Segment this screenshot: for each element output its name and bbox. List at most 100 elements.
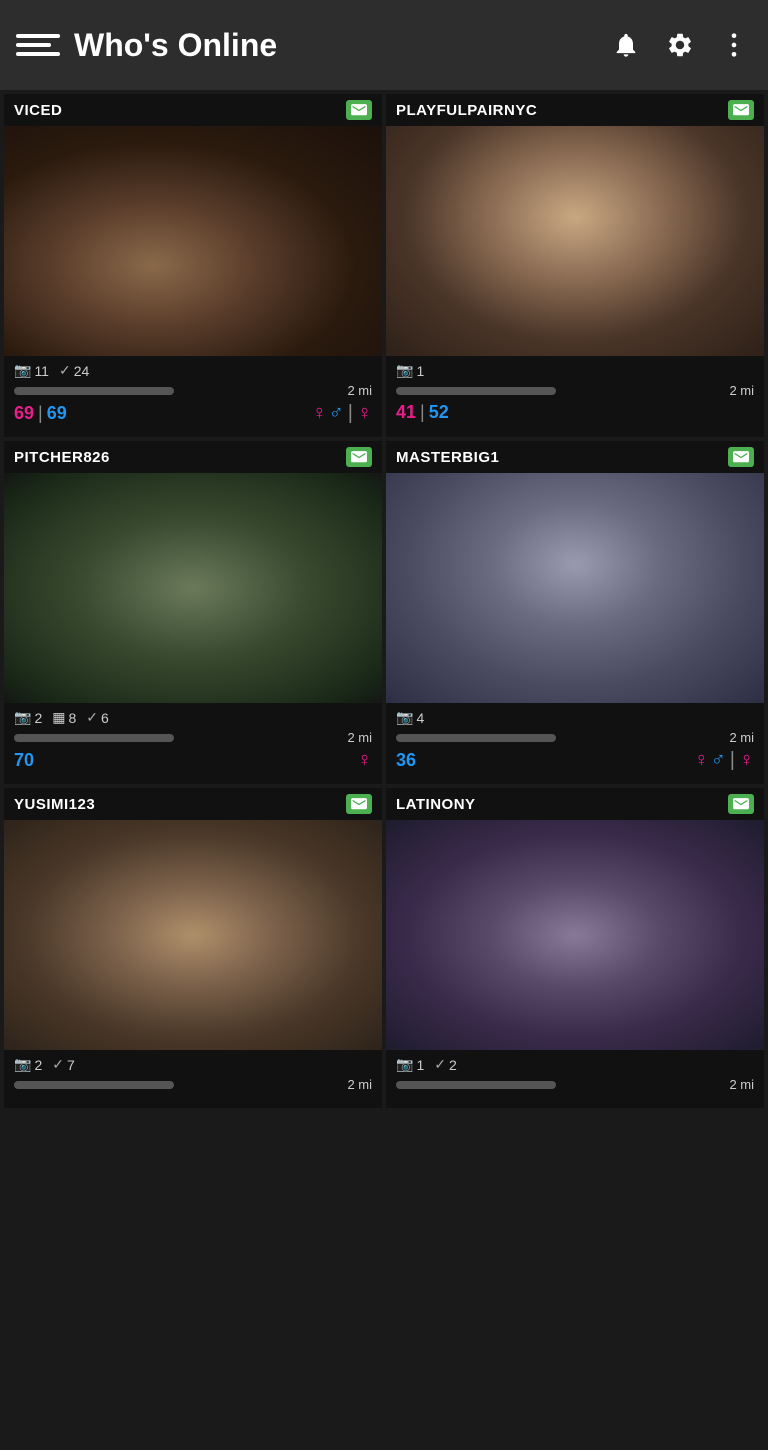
location-row: 2 mi xyxy=(14,1077,372,1092)
page-title: Who's Online xyxy=(74,27,608,64)
message-icon-yusimi123[interactable] xyxy=(346,794,372,814)
profile-photo-masterbig1 xyxy=(386,473,764,703)
photo-placeholder xyxy=(4,473,382,703)
check-count: ✓ 24 xyxy=(59,362,89,379)
genders-pitcher826: ♀ xyxy=(357,749,372,772)
photo-placeholder xyxy=(386,820,764,1050)
age-row-masterbig1: 36 ♀ ♂ | ♀ xyxy=(396,749,754,780)
user-card-viced[interactable]: VICED 📷 11 ✓ 24 2 mi xyxy=(4,94,382,437)
user-card-masterbig1[interactable]: MASTERBIG1 📷 4 2 mi 36 xyxy=(386,441,764,784)
checkmark-icon: ✓ xyxy=(52,1056,64,1073)
more-icon xyxy=(730,31,738,59)
card-header: PITCHER826 xyxy=(4,441,382,473)
ages-pitcher826: 70 xyxy=(14,750,34,771)
checkmark-icon: ✓ xyxy=(434,1056,446,1073)
username-latinony: LATINONY xyxy=(396,796,476,813)
app-header: Who's Online xyxy=(0,0,768,90)
location-bar xyxy=(14,387,174,395)
distance-pitcher826: 2 mi xyxy=(347,730,372,745)
male-gender-icon: ♂ xyxy=(711,749,726,772)
card-stats: 📷 1 xyxy=(396,362,754,379)
video-count: ▦ 8 xyxy=(52,709,76,726)
message-icon-playfulpairnyc[interactable] xyxy=(728,100,754,120)
message-icon-viced[interactable] xyxy=(346,100,372,120)
location-bar xyxy=(14,1081,174,1089)
username-masterbig1: MASTERBIG1 xyxy=(396,449,499,466)
location-bar xyxy=(14,734,174,742)
profile-photo-playfulpairnyc xyxy=(386,126,764,356)
profile-photo-latinony xyxy=(386,820,764,1050)
photo-count: 📷 4 xyxy=(396,709,424,726)
film-icon: ▦ xyxy=(52,709,65,726)
checkmark-icon: ✓ xyxy=(86,709,98,726)
couple-female-icon: ♀ xyxy=(357,402,372,425)
check-count: ✓ 7 xyxy=(52,1056,75,1073)
ages-masterbig1: 36 xyxy=(396,750,416,771)
card-info-yusimi123: 📷 2 ✓ 7 2 mi xyxy=(4,1050,382,1108)
photo-count: 📷 2 xyxy=(14,709,42,726)
photo-count: 📷 1 xyxy=(396,1056,424,1073)
message-icon-masterbig1[interactable] xyxy=(728,447,754,467)
genders-viced: ♀ ♂ | ♀ xyxy=(312,402,372,425)
genders-masterbig1: ♀ ♂ | ♀ xyxy=(694,749,754,772)
location-row: 2 mi xyxy=(396,383,754,398)
ages-viced: 69 | 69 xyxy=(14,403,67,424)
age-single-masterbig1: 36 xyxy=(396,750,416,771)
card-stats: 📷 2 ✓ 7 xyxy=(14,1056,372,1073)
photo-placeholder xyxy=(4,820,382,1050)
age-row-viced: 69 | 69 ♀ ♂ | ♀ xyxy=(14,402,372,433)
age-female-viced: 69 xyxy=(14,403,34,424)
more-options-button[interactable] xyxy=(716,27,752,63)
card-header: MASTERBIG1 xyxy=(386,441,764,473)
photo-count: 📷 1 xyxy=(396,362,424,379)
age-row-latinony xyxy=(396,1096,754,1104)
check-count: ✓ 6 xyxy=(86,709,109,726)
camera-icon: 📷 xyxy=(396,1056,413,1073)
user-card-pitcher826[interactable]: PITCHER826 📷 2 ▦ 8 ✓ 6 xyxy=(4,441,382,784)
age-row-playfulpairnyc: 41 | 52 xyxy=(396,402,754,431)
card-stats: 📷 11 ✓ 24 xyxy=(14,362,372,379)
camera-icon: 📷 xyxy=(396,362,413,379)
card-stats: 📷 4 xyxy=(396,709,754,726)
card-info-masterbig1: 📷 4 2 mi 36 ♀ ♂ | ♀ xyxy=(386,703,764,784)
message-icon-pitcher826[interactable] xyxy=(346,447,372,467)
male-gender-icon: ♂ xyxy=(329,402,344,425)
photo-placeholder xyxy=(386,473,764,703)
card-stats: 📷 2 ▦ 8 ✓ 6 xyxy=(14,709,372,726)
distance-yusimi123: 2 mi xyxy=(347,1077,372,1092)
check-count: ✓ 2 xyxy=(434,1056,457,1073)
user-card-latinony[interactable]: LATINONY 📷 1 ✓ 2 2 mi xyxy=(386,788,764,1108)
camera-icon: 📷 xyxy=(14,709,31,726)
username-playfulpairnyc: PLAYFULPAIRNYC xyxy=(396,102,537,119)
age-female-playfulpairnyc: 41 xyxy=(396,402,416,423)
age-single-pitcher826: 70 xyxy=(14,750,34,771)
distance-latinony: 2 mi xyxy=(729,1077,754,1092)
age-male-playfulpairnyc: 52 xyxy=(429,402,449,423)
photo-placeholder xyxy=(386,126,764,356)
settings-button[interactable] xyxy=(662,27,698,63)
distance-playfulpairnyc: 2 mi xyxy=(729,383,754,398)
message-icon-latinony[interactable] xyxy=(728,794,754,814)
female-gender-icon: ♀ xyxy=(694,749,709,772)
photo-placeholder xyxy=(4,126,382,356)
camera-icon: 📷 xyxy=(14,1056,31,1073)
card-header: PLAYFULPAIRNYC xyxy=(386,94,764,126)
photo-count: 📷 2 xyxy=(14,1056,42,1073)
card-info-latinony: 📷 1 ✓ 2 2 mi xyxy=(386,1050,764,1108)
card-header: VICED xyxy=(4,94,382,126)
photo-count: 📷 11 xyxy=(14,362,49,379)
users-grid: VICED 📷 11 ✓ 24 2 mi xyxy=(0,90,768,1112)
camera-icon: 📷 xyxy=(396,709,413,726)
distance-viced: 2 mi xyxy=(347,383,372,398)
user-card-playfulpairnyc[interactable]: PLAYFULPAIRNYC 📷 1 2 mi 41 | xyxy=(386,94,764,437)
bell-icon xyxy=(612,31,640,59)
location-bar xyxy=(396,387,556,395)
ages-playfulpairnyc: 41 | 52 xyxy=(396,402,449,423)
header-icons xyxy=(608,27,752,63)
notifications-button[interactable] xyxy=(608,27,644,63)
user-card-yusimi123[interactable]: YUSIMI123 📷 2 ✓ 7 2 mi xyxy=(4,788,382,1108)
menu-button[interactable] xyxy=(16,23,60,67)
couple-female-icon: ♀ xyxy=(739,749,754,772)
profile-photo-viced xyxy=(4,126,382,356)
location-row: 2 mi xyxy=(14,730,372,745)
